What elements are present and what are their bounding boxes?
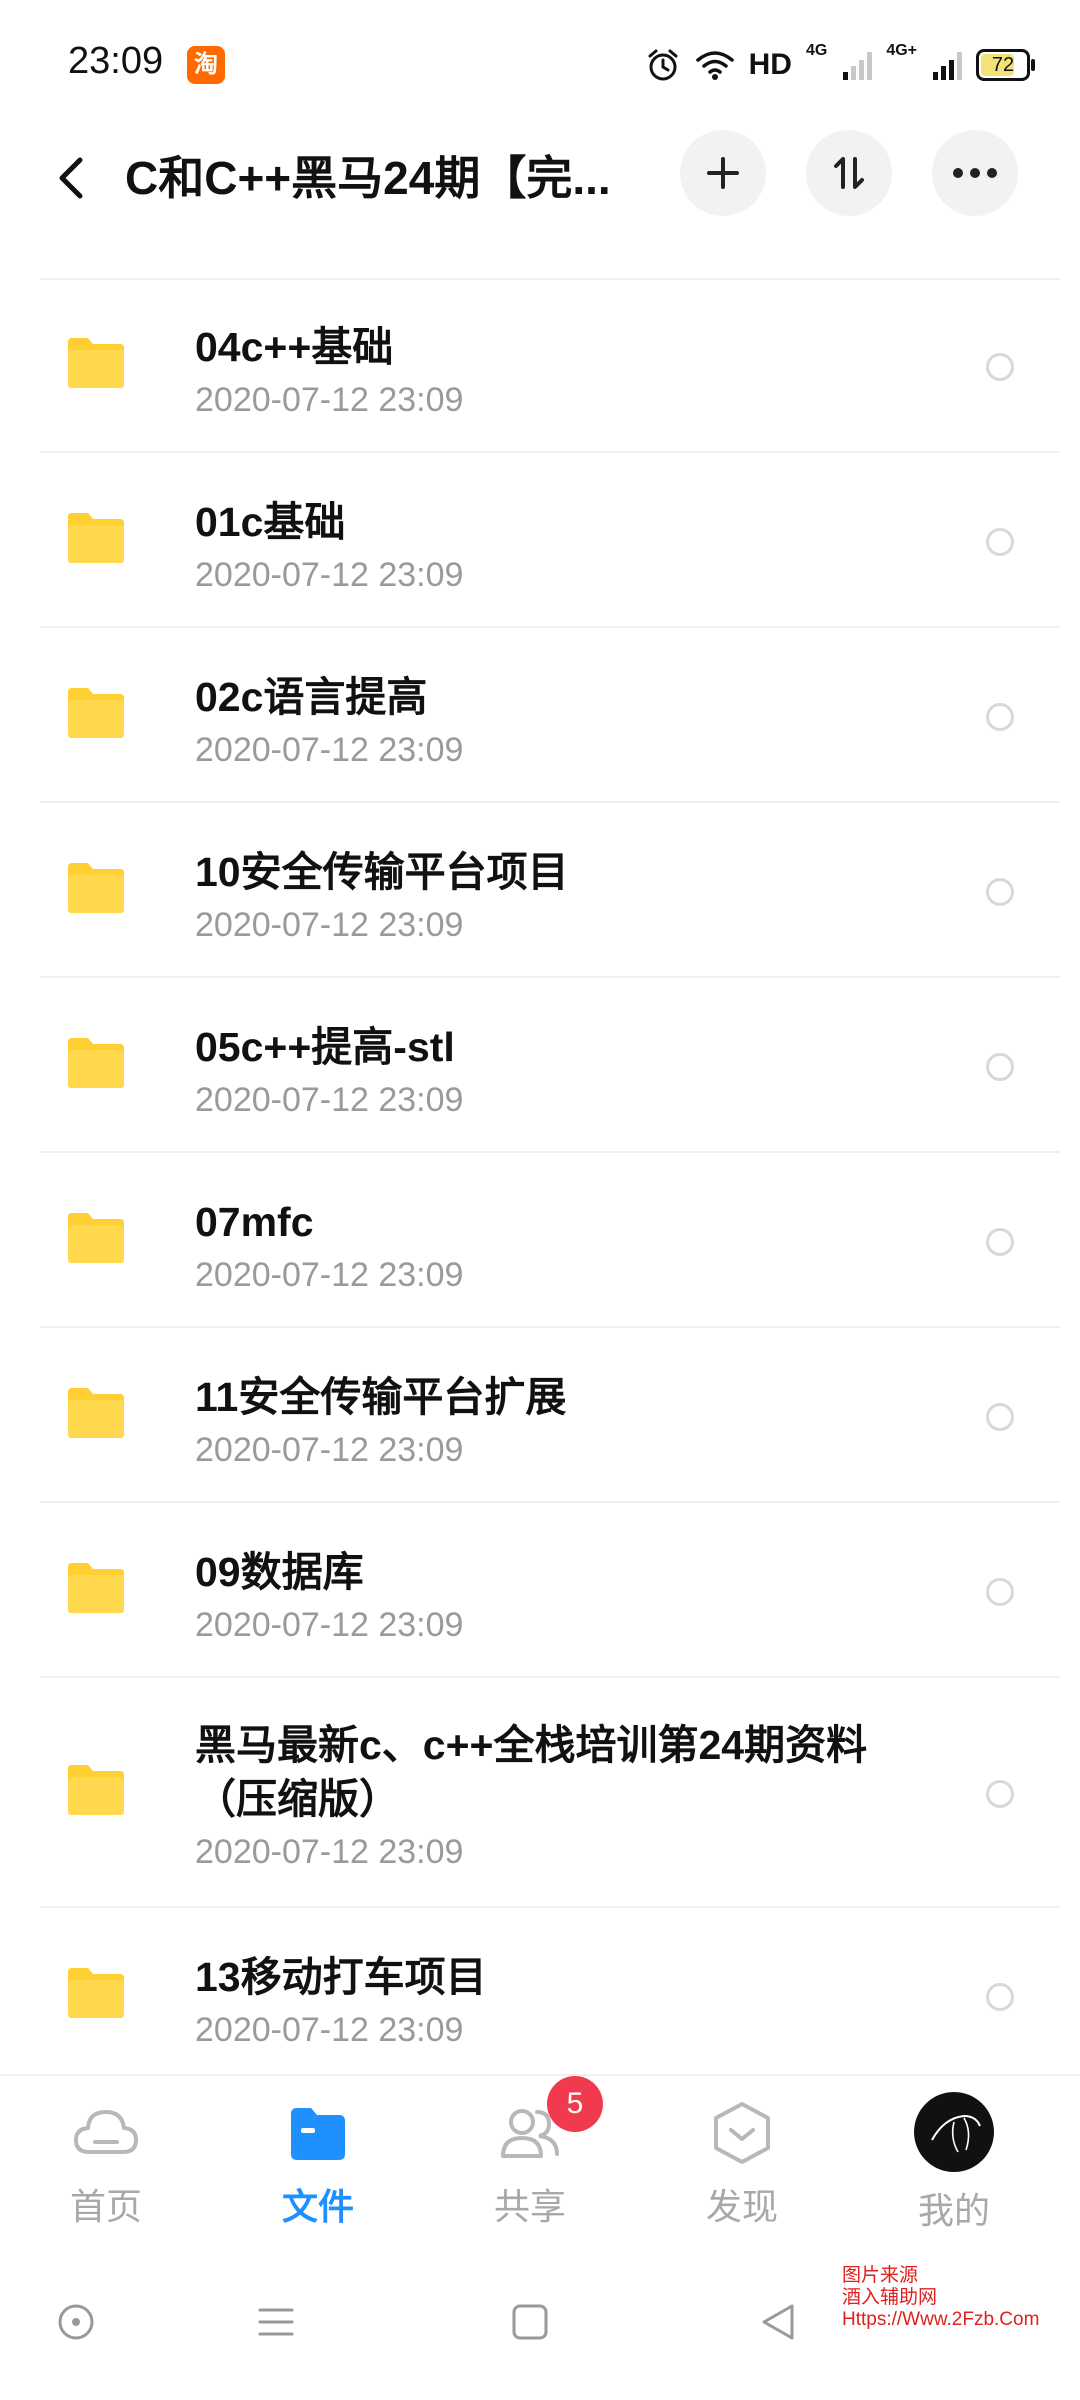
select-radio[interactable] xyxy=(986,1402,1014,1431)
more-button[interactable] xyxy=(932,130,1018,216)
tab-files[interactable]: 文件 xyxy=(238,2098,398,2248)
file-name: 01c基础 xyxy=(195,499,346,545)
folder-icon xyxy=(68,1212,124,1263)
menu-icon[interactable] xyxy=(256,2302,296,2342)
list-item[interactable]: 11安全传输平台扩展 2020-07-12 23:09 xyxy=(0,1328,1080,1503)
folder-icon xyxy=(68,337,124,388)
folder-icon xyxy=(68,1562,124,1613)
file-date: 2020-07-12 23:09 xyxy=(195,1081,464,1119)
back-arrow-icon[interactable] xyxy=(42,148,102,208)
select-radio[interactable] xyxy=(986,1577,1014,1606)
select-radio[interactable] xyxy=(986,702,1014,731)
sort-button[interactable] xyxy=(806,130,892,216)
discover-icon xyxy=(714,2102,770,2164)
list-item[interactable]: 05c++提高-stl 2020-07-12 23:09 xyxy=(0,978,1080,1153)
cloud-icon xyxy=(74,2110,138,2154)
folder-icon xyxy=(68,1037,124,1088)
signal-2-icon xyxy=(933,50,962,80)
list-item[interactable]: 02c语言提高 2020-07-12 23:09 xyxy=(0,628,1080,803)
list-item[interactable]: 01c基础 2020-07-12 23:09 xyxy=(0,453,1080,628)
file-name: 黑马最新c、c++全栈培训第24期资料（压缩版） xyxy=(195,1722,868,1822)
folder-icon xyxy=(68,687,124,738)
list-item[interactable]: 10安全传输平台项目 2020-07-12 23:09 xyxy=(0,803,1080,978)
select-radio[interactable] xyxy=(986,1982,1014,2011)
watermark-line: 图片来源 xyxy=(842,2265,919,2286)
tab-label: 共享 xyxy=(493,2186,566,2227)
status-bar: 23:09 淘 HD 4G 4G+ 72 xyxy=(0,0,1080,120)
file-name: 11安全传输平台扩展 xyxy=(195,1374,567,1420)
tab-discover[interactable]: 发现 xyxy=(662,2098,822,2248)
select-radio[interactable] xyxy=(986,1227,1014,1256)
file-name: 13移动打车项目 xyxy=(195,1954,487,2000)
tab-share[interactable]: 5 共享 xyxy=(450,2076,610,2248)
sim2-label: 4G+ xyxy=(886,42,917,59)
watermark: 图片来源 酒入辅助网 Https://Www.2Fzb.Com xyxy=(842,2265,1039,2331)
back-icon[interactable] xyxy=(758,2302,798,2342)
file-date: 2020-07-12 23:09 xyxy=(195,556,464,594)
more-icon xyxy=(953,168,997,178)
file-name: 04c++基础 xyxy=(195,324,394,370)
avatar-icon xyxy=(931,2114,981,2153)
home-icon[interactable] xyxy=(510,2302,550,2342)
file-name: 09数据库 xyxy=(195,1549,364,1595)
list-item[interactable]: 09数据库 2020-07-12 23:09 xyxy=(0,1503,1080,1678)
file-date: 2020-07-12 23:09 xyxy=(195,381,464,419)
file-date: 2020-07-12 23:09 xyxy=(195,906,464,944)
list-item[interactable]: 04c++基础 2020-07-12 23:09 xyxy=(0,278,1080,453)
tab-label: 发现 xyxy=(705,2186,778,2227)
assistant-icon[interactable] xyxy=(56,2302,96,2342)
wifi-icon xyxy=(695,51,734,80)
header-bar: C和C++黑马24期【完... xyxy=(0,120,1080,270)
tab-home[interactable]: 首页 xyxy=(26,2098,186,2248)
add-button[interactable] xyxy=(680,130,766,216)
file-date: 2020-07-12 23:09 xyxy=(195,2011,464,2049)
bottom-nav: 首页 文件 5 共享 发现 我的 xyxy=(0,2074,1080,2266)
alarm-icon xyxy=(648,49,678,81)
tab-label: 首页 xyxy=(69,2186,142,2227)
signal-1-icon xyxy=(843,50,873,80)
watermark-line: 酒入辅助网 xyxy=(842,2287,938,2308)
file-name: 07mfc xyxy=(195,1199,314,1245)
taobao-notification-icon: 淘 xyxy=(187,46,225,84)
tab-label: 文件 xyxy=(281,2186,354,2227)
select-radio[interactable] xyxy=(986,1780,1014,1808)
sim1-label: 4G xyxy=(805,42,828,59)
file-date: 2020-07-12 23:09 xyxy=(195,1606,464,1644)
notification-badge: 5 xyxy=(547,2076,603,2132)
file-name: 02c语言提高 xyxy=(195,674,428,720)
folder-icon xyxy=(68,1765,124,1815)
folder-icon xyxy=(68,512,124,563)
watermark-line: Https://Www.2Fzb.Com xyxy=(842,2309,1040,2330)
list-item[interactable]: 黑马最新c、c++全栈培训第24期资料（压缩版） 2020-07-12 23:09 xyxy=(0,1678,1080,1908)
file-date: 2020-07-12 23:09 xyxy=(195,1431,464,1469)
file-date: 2020-07-12 23:09 xyxy=(195,1256,464,1294)
tab-label: 我的 xyxy=(917,2190,990,2231)
file-name: 05c++提高-stl xyxy=(195,1024,455,1070)
select-radio[interactable] xyxy=(986,877,1014,906)
avatar xyxy=(914,2092,994,2172)
status-icons: HD 4G 4G+ 72 xyxy=(645,42,1035,88)
file-date: 2020-07-12 23:09 xyxy=(195,1833,464,1871)
battery-icon: 72 xyxy=(976,49,1035,81)
hd-indicator: HD xyxy=(748,48,792,81)
folder-icon xyxy=(68,862,124,913)
list-item[interactable]: 07mfc 2020-07-12 23:09 xyxy=(0,1153,1080,1328)
folder-icon xyxy=(291,2108,345,2160)
file-date: 2020-07-12 23:09 xyxy=(195,731,464,769)
page-title: C和C++黑马24期【完... xyxy=(125,152,611,204)
plus-icon xyxy=(707,157,739,189)
folder-icon xyxy=(68,1967,124,2018)
sort-icon xyxy=(834,157,864,189)
list-item[interactable]: 13移动打车项目 2020-07-12 23:09 xyxy=(0,1908,1080,2083)
tab-me[interactable]: 我的 xyxy=(874,2092,1034,2248)
select-radio[interactable] xyxy=(986,527,1014,556)
folder-icon xyxy=(68,1387,124,1438)
select-radio[interactable] xyxy=(986,1052,1014,1081)
file-list: 04c++基础 2020-07-12 23:09 01c基础 2020-07-12 … xyxy=(0,278,1080,2083)
select-radio[interactable] xyxy=(986,352,1014,381)
status-time: 23:09 xyxy=(68,40,164,82)
file-name: 10安全传输平台项目 xyxy=(195,849,569,895)
